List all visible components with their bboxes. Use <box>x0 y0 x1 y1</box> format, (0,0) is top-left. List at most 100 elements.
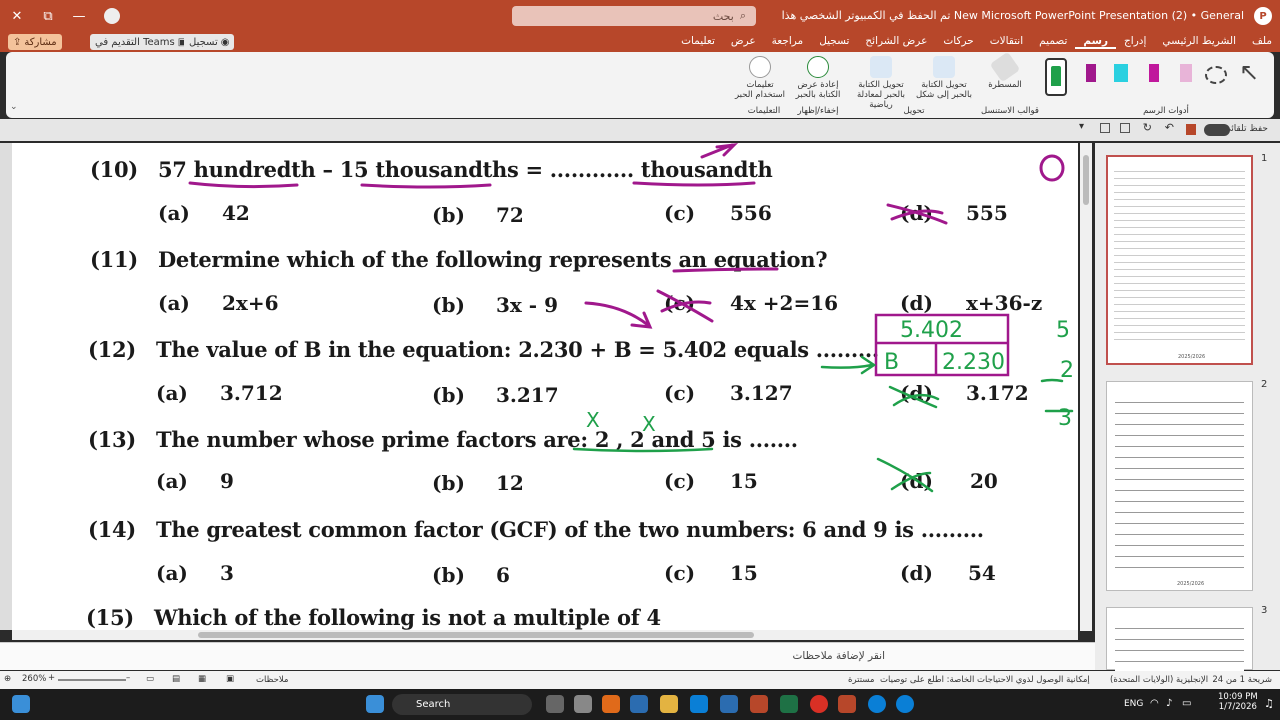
clock[interactable]: 10:09 PM 1/7/2026 <box>1218 692 1258 712</box>
eraser[interactable] <box>1175 58 1197 96</box>
share-button[interactable]: ⇪ مشاركة <box>8 34 62 50</box>
lasso-icon <box>1205 66 1227 84</box>
slide-canvas[interactable]: (10) 57 hundredth – 15 thousandths = ...… <box>12 143 1078 630</box>
pen-purple[interactable] <box>1080 58 1102 96</box>
search-box[interactable]: بحث ⌕ <box>512 6 756 26</box>
slide-sorter-icon[interactable]: ▦ <box>198 674 206 684</box>
battery-icon[interactable]: ▭ <box>1182 698 1191 709</box>
app-icon[interactable] <box>810 695 828 713</box>
volume-icon[interactable]: ♪ <box>1166 698 1172 709</box>
windows-start-icon[interactable] <box>366 695 384 713</box>
firefox-icon[interactable] <box>602 695 620 713</box>
presenter-view-icon[interactable]: ▭ <box>146 674 154 684</box>
cursor-icon: ↖ <box>1238 58 1260 86</box>
app-icon[interactable] <box>630 695 648 713</box>
thumbnail-slide-3[interactable] <box>1106 607 1253 671</box>
edge-icon[interactable] <box>896 695 914 713</box>
tab-11[interactable]: تعليمات <box>673 35 723 49</box>
ink-box-val-text: 2.230 <box>942 350 1005 375</box>
ink-to-math-button[interactable]: تحويل الكتابة بالحبر لمعادلة رياضية <box>850 56 912 110</box>
wifi-icon[interactable]: ◠ <box>1150 698 1159 709</box>
input-language[interactable]: ENG <box>1124 699 1143 709</box>
ink-green-arrow-q12 <box>820 355 877 375</box>
tab-7[interactable]: عرض الشرائح <box>857 35 935 49</box>
tab-6[interactable]: حركات <box>935 35 981 49</box>
excel-icon[interactable] <box>780 695 798 713</box>
tab-2[interactable]: إدراج <box>1116 35 1154 49</box>
highlighter-cyan[interactable] <box>1110 58 1132 96</box>
avatar[interactable] <box>104 8 120 24</box>
thumbnail-slide-2[interactable]: 2025/2026 <box>1106 381 1253 591</box>
horizontal-scrollbar[interactable] <box>12 630 1078 640</box>
restore-button[interactable]: ⧉ <box>31 0 65 32</box>
customize-qat-icon[interactable]: ▾ <box>1079 121 1084 132</box>
redo-icon[interactable]: ↻ <box>1143 121 1152 134</box>
notes-pane[interactable]: انقر لإضافة ملاحظات <box>0 642 1095 670</box>
pen-green-selected[interactable] <box>1045 58 1067 96</box>
zoom-in-icon[interactable]: + <box>48 673 55 683</box>
thumbnail-number-1: 1 <box>1261 153 1268 164</box>
tab-10[interactable]: عرض <box>723 35 764 49</box>
edge-icon[interactable] <box>868 695 886 713</box>
from-start-icon[interactable] <box>1100 123 1110 133</box>
zoom-level[interactable]: 260% <box>22 674 46 684</box>
tab-4[interactable]: تصميم <box>1031 35 1075 49</box>
minimize-button[interactable]: — <box>62 0 96 32</box>
taskbar-search[interactable]: Search <box>392 694 532 715</box>
ink-help-button[interactable]: تعليمات استخدام الحبر <box>731 56 789 100</box>
thumbnail-1-year: 2025/2026 <box>1178 354 1206 360</box>
tab-0[interactable]: ملف <box>1244 35 1280 49</box>
zoom-out-icon[interactable]: – <box>126 673 130 683</box>
ink-arrow-top <box>700 143 739 159</box>
fit-slide-icon[interactable]: ⊕ <box>4 674 11 684</box>
ink-strike-q11c-1 <box>656 289 714 323</box>
vertical-scroll-thumb[interactable] <box>1083 155 1089 205</box>
thumbnail-content <box>1114 165 1245 345</box>
task-view-icon[interactable] <box>546 695 564 713</box>
horizontal-scroll-thumb[interactable] <box>198 632 754 638</box>
record-button[interactable]: تسجيل ◉ <box>184 34 235 50</box>
save-icon[interactable] <box>1186 124 1196 135</box>
zoom-slider[interactable] <box>58 679 126 681</box>
slideshow-icon[interactable] <box>1120 123 1130 133</box>
select-objects[interactable]: ↖ <box>1238 58 1260 96</box>
ink-annotations: 0 5.402 B 2.230 5 2 3 X X <box>188 143 1074 493</box>
tab-5[interactable]: انتقالات <box>982 35 1031 49</box>
collapse-ribbon-icon[interactable]: ⌄ <box>10 102 18 112</box>
autosave-toggle[interactable] <box>1204 124 1230 136</box>
replay-group-label: إخفاء/إظهار <box>797 106 839 116</box>
notes-toggle[interactable]: ملاحظات <box>256 675 288 685</box>
ink-underline-thousandths <box>360 183 492 189</box>
vertical-scrollbar[interactable] <box>1080 143 1092 631</box>
app-icon[interactable] <box>690 695 708 713</box>
app-icon[interactable] <box>720 695 738 713</box>
lasso-select[interactable] <box>1205 58 1227 96</box>
magenta-pen-icon <box>1149 64 1159 82</box>
notifications-icon[interactable]: ♫ <box>1264 697 1274 710</box>
thumbnail-slide-1[interactable]: 2025/2026 <box>1106 155 1253 365</box>
ruler-button[interactable]: المسطرة <box>982 51 1028 90</box>
close-button[interactable]: ✕ <box>0 0 34 32</box>
ink-to-shape-button[interactable]: تحويل الكتابة بالحبر إلى شكل <box>916 56 972 100</box>
tab-9[interactable]: مراجعة <box>764 35 812 49</box>
tab-3[interactable]: رسم <box>1075 35 1117 49</box>
app-icon[interactable] <box>574 695 592 713</box>
record-icon: ◉ <box>220 36 230 48</box>
powerpoint-logo-icon: P <box>1254 7 1272 25</box>
language-status[interactable]: الإنجليزية (الولايات المتحدة) <box>1110 675 1208 685</box>
ink-replay-button[interactable]: إعادة عرض الكتابة بالحبر <box>792 56 844 100</box>
file-explorer-icon[interactable] <box>660 695 678 713</box>
pen-magenta[interactable] <box>1143 58 1165 96</box>
ink-side-3: 3 <box>1058 406 1072 431</box>
powerpoint-icon[interactable] <box>838 695 856 713</box>
ink-green-strike-q13d <box>876 457 934 493</box>
undo-icon[interactable]: ↶ <box>1165 121 1174 134</box>
tab-8[interactable]: تسجيل <box>811 35 857 49</box>
tab-1[interactable]: الشريط الرئيسي <box>1154 35 1244 49</box>
widgets-icon[interactable] <box>12 695 30 713</box>
present-in-teams-button[interactable]: التقديم في Teams ▣ <box>90 34 193 50</box>
app-icon[interactable] <box>750 695 768 713</box>
accessibility-status[interactable]: إمكانية الوصول لذوي الاحتياجات الخاصة: ا… <box>880 675 1090 685</box>
normal-view-icon[interactable]: ▣ <box>226 674 234 684</box>
reading-view-icon[interactable]: ▤ <box>172 674 180 684</box>
